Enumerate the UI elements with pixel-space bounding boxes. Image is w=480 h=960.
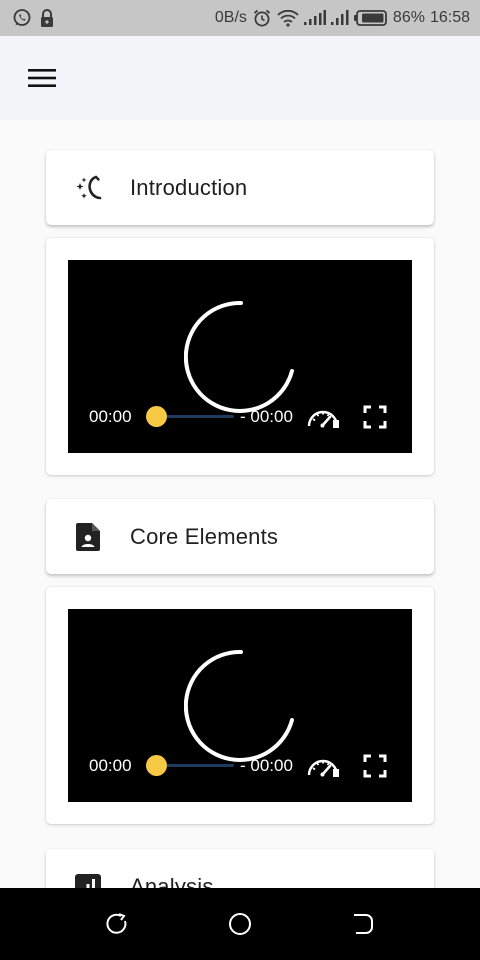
signal-strength-2-icon — [330, 10, 349, 26]
section-card-introduction[interactable]: Introduction — [46, 150, 434, 225]
fullscreen-icon — [363, 754, 387, 778]
seek-knob[interactable] — [146, 755, 167, 776]
seek-knob[interactable] — [146, 406, 167, 427]
person-document-icon — [74, 522, 102, 551]
status-right-group: 0B/s 86% 16:58 — [215, 8, 470, 28]
hamburger-menu-icon — [28, 69, 56, 87]
recents-icon — [106, 913, 127, 934]
remaining-time: - 00:00 — [240, 756, 293, 775]
lock-icon — [38, 8, 56, 28]
seek-bar[interactable] — [156, 415, 234, 418]
section-title: Analysis — [130, 873, 214, 889]
battery-percent: 86% — [392, 9, 425, 26]
sparkle-moon-icon — [74, 174, 102, 202]
section-title: Core Elements — [130, 523, 279, 549]
video-card-introduction: 00:00 - 00:00 — [46, 238, 434, 475]
signal-strength-icon — [303, 10, 326, 26]
playback-speed-button[interactable] — [306, 404, 340, 430]
home-button[interactable] — [225, 909, 255, 939]
seek-bar[interactable] — [156, 764, 234, 767]
recents-button[interactable] — [102, 909, 132, 939]
playback-speed-button[interactable] — [306, 753, 340, 779]
section-card-core-elements[interactable]: Core Elements — [46, 499, 434, 574]
content-list[interactable]: Introduction 00:00 - 00:00 Core Elements… — [0, 120, 480, 888]
fullscreen-icon — [363, 405, 387, 429]
remaining-time: - 00:00 — [240, 407, 293, 426]
loading-spinner-icon — [184, 301, 294, 413]
video-player[interactable]: 00:00 - 00:00 — [68, 609, 412, 802]
bar-chart-icon — [74, 873, 102, 888]
whatsapp-icon — [12, 8, 32, 28]
back-button[interactable] — [348, 909, 378, 939]
video-player[interactable]: 00:00 - 00:00 — [68, 260, 412, 453]
video-card-core-elements: 00:00 - 00:00 — [46, 587, 434, 824]
current-time: 00:00 — [89, 407, 132, 426]
clock: 16:58 — [429, 9, 470, 26]
app-bar — [0, 36, 480, 120]
loading-spinner-icon — [184, 650, 294, 762]
wifi-icon — [277, 9, 299, 27]
menu-button[interactable] — [27, 66, 57, 90]
fullscreen-button[interactable] — [363, 754, 387, 778]
speedometer-icon — [307, 759, 339, 777]
status-left-group — [12, 8, 56, 28]
speedometer-icon — [307, 410, 339, 428]
section-title: Introduction — [130, 174, 248, 200]
section-card-analysis[interactable]: Analysis — [46, 849, 434, 888]
alarm-icon — [252, 8, 272, 28]
battery-icon — [353, 9, 388, 27]
current-time: 00:00 — [89, 756, 132, 775]
fullscreen-button[interactable] — [363, 405, 387, 429]
status-bar: 0B/s 86% 16:58 — [0, 0, 480, 36]
back-icon — [353, 914, 373, 934]
network-speed: 0B/s — [214, 9, 247, 26]
system-nav-bar — [0, 888, 480, 960]
home-circle-icon — [228, 913, 251, 935]
